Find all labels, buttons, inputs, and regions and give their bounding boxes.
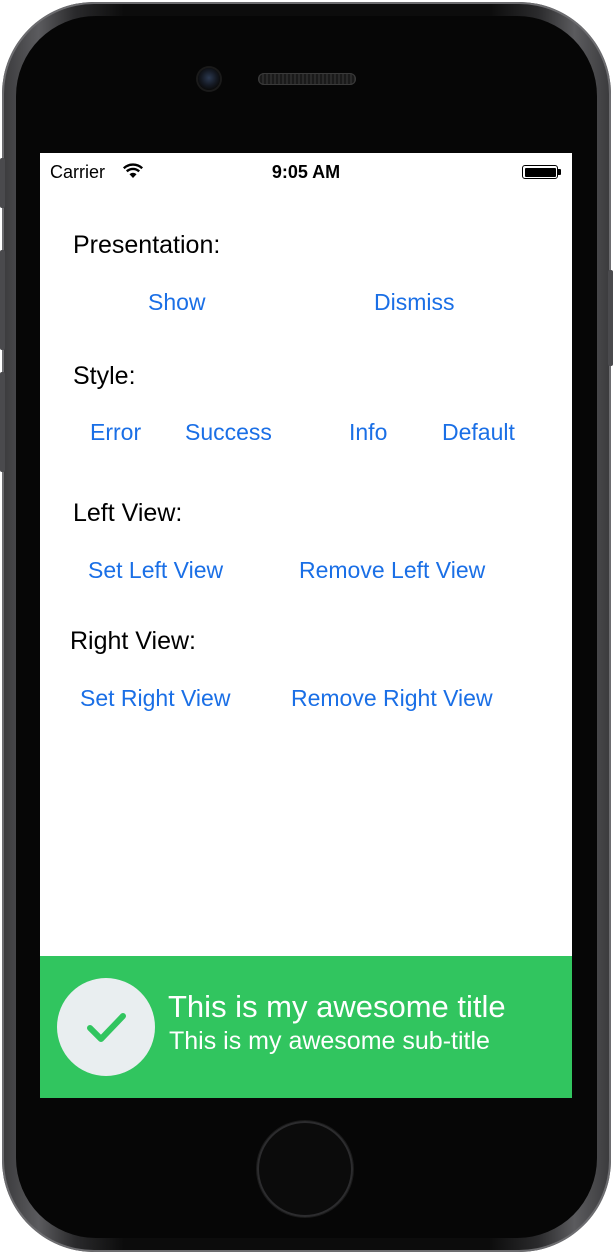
checkmark-icon bbox=[87, 1013, 126, 1042]
presentation-label: Presentation: bbox=[73, 231, 221, 259]
power-button bbox=[608, 270, 613, 366]
right-view-label: Right View: bbox=[70, 627, 196, 655]
screen: Carrier 9:05 AM Presentation: Show Dismi… bbox=[40, 153, 572, 1098]
success-button[interactable]: Success bbox=[185, 419, 272, 446]
left-view-label: Left View: bbox=[73, 499, 183, 527]
battery-icon bbox=[522, 165, 558, 179]
notification-banner[interactable]: This is my awesome title This is my awes… bbox=[40, 956, 572, 1098]
default-button[interactable]: Default bbox=[442, 419, 515, 446]
earpiece-speaker bbox=[258, 73, 356, 85]
mute-switch bbox=[0, 158, 5, 208]
info-button[interactable]: Info bbox=[349, 419, 387, 446]
banner-icon-circle bbox=[57, 978, 155, 1076]
style-label: Style: bbox=[73, 362, 136, 390]
show-button[interactable]: Show bbox=[148, 289, 206, 316]
volume-down-button bbox=[0, 372, 5, 472]
error-button[interactable]: Error bbox=[90, 419, 141, 446]
remove-right-view-button[interactable]: Remove Right View bbox=[291, 685, 493, 712]
volume-up-button bbox=[0, 250, 5, 350]
dismiss-button[interactable]: Dismiss bbox=[374, 289, 455, 316]
home-button[interactable] bbox=[257, 1121, 353, 1217]
clock: 9:05 AM bbox=[271, 162, 341, 182]
banner-subtitle: This is my awesome sub-title bbox=[169, 1027, 490, 1055]
remove-left-view-button[interactable]: Remove Left View bbox=[299, 557, 485, 584]
status-bar: Carrier 9:05 AM bbox=[40, 153, 572, 193]
set-right-view-button[interactable]: Set Right View bbox=[80, 685, 230, 712]
banner-title: This is my awesome title bbox=[168, 989, 506, 1024]
battery-tip bbox=[558, 169, 561, 175]
set-left-view-button[interactable]: Set Left View bbox=[88, 557, 223, 584]
front-camera bbox=[198, 68, 220, 90]
